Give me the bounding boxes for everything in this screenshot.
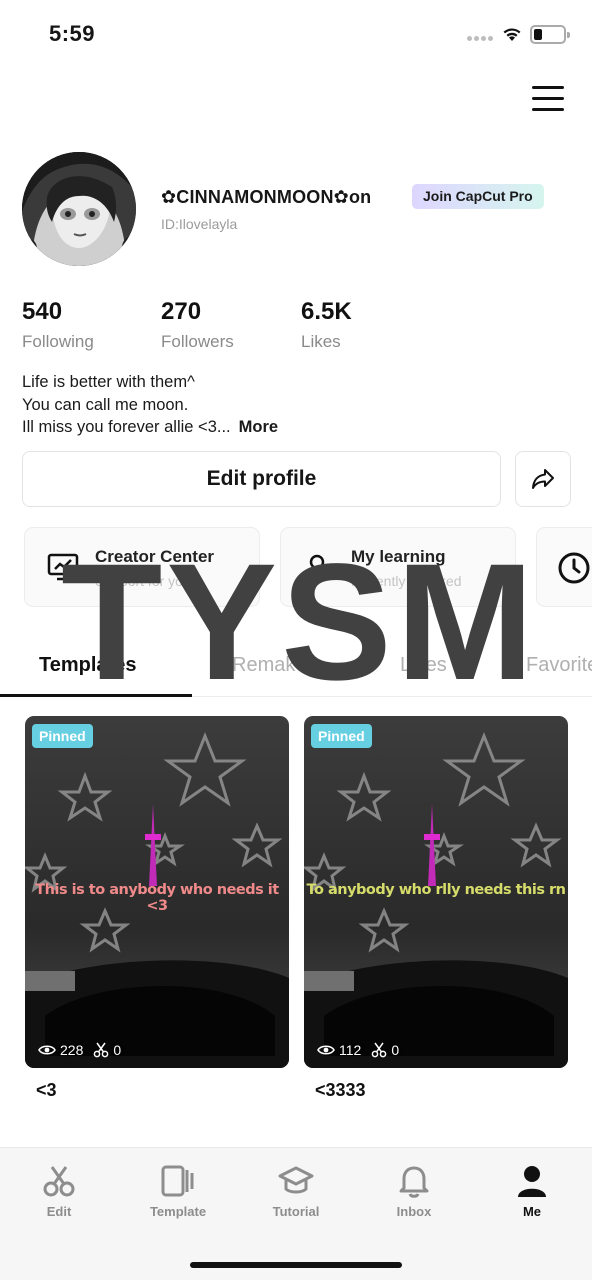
history-card[interactable] bbox=[536, 527, 592, 607]
monitor-chart-icon bbox=[47, 553, 79, 581]
view-count: 228 bbox=[60, 1042, 84, 1058]
bio-line: You can call me moon. bbox=[22, 395, 189, 414]
bio: Life is better with them^ You can call m… bbox=[22, 371, 278, 439]
template-caption: This is to anybody who needs it <3 bbox=[35, 882, 279, 914]
status-time: 5:59 bbox=[49, 21, 96, 46]
person-icon bbox=[518, 1166, 546, 1197]
menu-line bbox=[532, 108, 564, 111]
template-name[interactable]: <3 bbox=[36, 1080, 57, 1101]
creator-center-card[interactable]: Creator Center Support for you bbox=[24, 527, 260, 607]
bio-line: Ill miss you forever allie <3... bbox=[22, 418, 231, 436]
nav-label: Tutorial bbox=[272, 1204, 320, 1219]
use-count: 0 bbox=[113, 1042, 122, 1058]
bio-line: Life is better with them^ bbox=[22, 373, 195, 391]
eye-icon bbox=[38, 1045, 56, 1055]
stat-following[interactable]: 540 Following bbox=[22, 298, 94, 352]
nav-edit[interactable]: Edit bbox=[13, 1164, 105, 1219]
use-count: 0 bbox=[391, 1042, 400, 1058]
share-profile-button[interactable] bbox=[515, 451, 571, 507]
view-count: 112 bbox=[339, 1042, 362, 1058]
nav-label: Edit bbox=[46, 1204, 72, 1219]
scissors-icon bbox=[43, 1166, 75, 1197]
wifi-icon bbox=[503, 28, 521, 41]
stat-value: 540 bbox=[22, 298, 63, 325]
stat-value: 6.5K bbox=[301, 298, 352, 325]
tab-favorites[interactable]: Favorites bbox=[526, 654, 592, 677]
username: ✿CINNAMONMOON✿on bbox=[161, 187, 372, 207]
pinned-badge: Pinned bbox=[32, 724, 93, 748]
edit-profile-button[interactable]: Edit profile bbox=[22, 451, 501, 507]
nav-tutorial[interactable]: Tutorial bbox=[250, 1164, 342, 1219]
stat-label: Following bbox=[22, 332, 94, 351]
home-indicator bbox=[190, 1262, 402, 1268]
bio-more-link[interactable]: More bbox=[239, 418, 278, 436]
template-card[interactable]: Pinned This is to anybody who needs it <… bbox=[25, 716, 289, 1068]
menu-line bbox=[532, 97, 564, 100]
card-subtitle: Support for you bbox=[95, 573, 191, 589]
feature-cards: Creator Center Support for you My learni… bbox=[0, 527, 592, 609]
card-title: Creator Center bbox=[95, 547, 215, 566]
content-tabs: Templates Remakes Likes Favorites bbox=[0, 640, 592, 697]
card-subtitle: Recently checked bbox=[351, 573, 462, 589]
scissors-icon bbox=[94, 1042, 109, 1058]
stat-label: Followers bbox=[161, 332, 234, 351]
share-icon bbox=[532, 469, 554, 489]
pinned-badge: Pinned bbox=[311, 724, 372, 748]
template-card[interactable]: Pinned To anybody who rlly needs this rn… bbox=[304, 716, 568, 1068]
nav-me[interactable]: Me bbox=[486, 1164, 578, 1219]
learning-icon bbox=[305, 554, 329, 580]
status-bar: 5:59 bbox=[0, 0, 592, 70]
menu-line bbox=[532, 86, 564, 89]
stat-likes[interactable]: 6.5K Likes bbox=[301, 298, 352, 352]
bell-icon bbox=[399, 1166, 429, 1198]
tab-remakes[interactable]: Remakes bbox=[232, 654, 316, 677]
tab-likes[interactable]: Likes bbox=[400, 654, 447, 677]
bottom-nav: Edit Template Tutorial Inbox Me bbox=[0, 1147, 592, 1280]
nav-inbox[interactable]: Inbox bbox=[368, 1164, 460, 1219]
stat-value: 270 bbox=[161, 298, 202, 325]
eye-icon bbox=[317, 1045, 335, 1055]
join-pro-button[interactable]: Join CapCut Pro bbox=[412, 184, 544, 209]
active-tab-indicator bbox=[0, 694, 192, 697]
card-title: My learning bbox=[351, 547, 446, 566]
nav-label: Template bbox=[149, 1204, 207, 1219]
template-icon bbox=[161, 1165, 194, 1197]
avatar[interactable] bbox=[22, 152, 136, 266]
template-name[interactable]: <3333 bbox=[315, 1080, 366, 1101]
nav-label: Inbox bbox=[396, 1204, 432, 1219]
stat-followers[interactable]: 270 Followers bbox=[161, 298, 234, 352]
battery-icon bbox=[530, 25, 570, 44]
template-caption: To anybody who rlly needs this rn bbox=[306, 882, 567, 898]
template-stats: 228 0 bbox=[38, 1042, 121, 1058]
template-stats: 112 0 bbox=[317, 1042, 399, 1058]
my-learning-card[interactable]: My learning Recently checked bbox=[280, 527, 516, 607]
user-id: ID:Ilovelayla bbox=[161, 216, 238, 232]
tab-templates[interactable]: Templates bbox=[39, 654, 136, 677]
nav-template[interactable]: Template bbox=[132, 1164, 224, 1219]
cellular-signal-icon bbox=[467, 36, 493, 41]
graduation-cap-icon bbox=[278, 1166, 314, 1194]
nav-label: Me bbox=[522, 1204, 542, 1219]
clock-icon bbox=[558, 552, 590, 584]
scissors-icon bbox=[371, 1042, 387, 1058]
stat-label: Likes bbox=[301, 332, 341, 351]
menu-button[interactable] bbox=[532, 86, 564, 114]
